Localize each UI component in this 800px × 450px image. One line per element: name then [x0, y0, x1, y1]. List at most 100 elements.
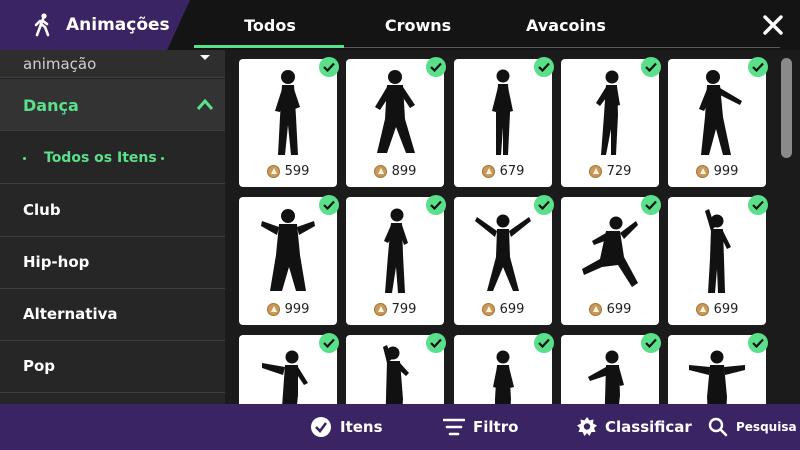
owned-check-icon: [319, 57, 339, 77]
price-tag: 699: [454, 302, 552, 317]
avacoin-icon: [588, 303, 602, 316]
price-value: 699: [606, 302, 632, 317]
price-value: 999: [284, 302, 310, 317]
sidebar-item-alternativa[interactable]: Alternativa: [0, 289, 225, 341]
owned-check-icon: [319, 195, 339, 215]
price-tag: 699: [668, 302, 766, 317]
classificar-button[interactable]: Classificar: [577, 404, 692, 450]
sidebar-item-todos-os-itens[interactable]: Todos os Itens: [0, 132, 225, 184]
animation-card[interactable]: 699: [561, 197, 659, 325]
title-block: Animações: [0, 0, 190, 50]
bullet-dot: [23, 157, 26, 160]
owned-check-icon: [748, 195, 768, 215]
price-value: 899: [391, 164, 417, 179]
sidebar-category-danca[interactable]: Dança: [0, 79, 225, 131]
dance-silhouette-icon: [262, 350, 308, 404]
classificar-label: Classificar: [605, 418, 692, 436]
avacoin-icon: [695, 303, 709, 316]
filter-icon: [443, 418, 465, 436]
sidebar-item-hip-hop[interactable]: Hip-hop: [0, 237, 225, 289]
sidebar-partial-row[interactable]: animação: [0, 50, 225, 78]
price-tag: 799: [346, 302, 444, 317]
filtro-label: Filtro: [473, 418, 519, 436]
close-button[interactable]: [758, 10, 788, 40]
page-title: Animações: [66, 15, 170, 35]
price-value: 999: [713, 164, 739, 179]
owned-check-icon: [319, 333, 339, 353]
animation-card[interactable]: 599: [239, 59, 337, 187]
dance-silhouette-icon: [705, 209, 731, 293]
animation-card[interactable]: 999: [668, 59, 766, 187]
sidebar-item-label: Pop: [23, 357, 56, 375]
sidebar-item-label: Todos os Itens: [44, 150, 157, 166]
animation-card[interactable]: 679: [454, 59, 552, 187]
price-tag: 729: [561, 164, 659, 179]
filtro-button[interactable]: Filtro: [443, 404, 518, 450]
tab-todos[interactable]: Todos: [196, 0, 344, 50]
pesquisa-button[interactable]: Pesquisa: [708, 404, 797, 450]
dance-silhouette-icon: [588, 350, 624, 404]
itens-button[interactable]: Itens: [310, 404, 383, 450]
dance-silhouette-icon: [475, 214, 531, 291]
check-circle-icon: [311, 417, 331, 437]
sidebar-item-label: Hip-hop: [23, 253, 90, 271]
price-tag: 699: [561, 302, 659, 317]
avacoin-icon: [266, 165, 280, 178]
owned-check-icon: [641, 333, 661, 353]
sidebar-item-pop[interactable]: Pop: [0, 341, 225, 393]
bottom-bar: Itens Filtro Classificar Pesquisa: [0, 404, 800, 450]
sidebar-partial-label: animação: [23, 55, 97, 73]
owned-check-icon: [534, 195, 554, 215]
dance-silhouette-icon: [689, 350, 745, 404]
chevron-up-icon: [196, 98, 214, 110]
avacoin-icon: [481, 165, 495, 178]
tab-divider: [344, 47, 780, 48]
dance-silhouette-icon: [261, 209, 315, 291]
chevron-down-icon: [200, 55, 210, 60]
sidebar-item-club[interactable]: Club: [0, 185, 225, 237]
owned-check-icon: [748, 57, 768, 77]
avacoin-icon: [266, 303, 280, 316]
scrollbar-thumb[interactable]: [781, 58, 792, 158]
animation-card[interactable]: 899: [346, 59, 444, 187]
price-tag: 999: [239, 302, 337, 317]
avacoin-icon: [373, 303, 387, 316]
owned-check-icon: [426, 57, 446, 77]
dance-silhouette-icon: [383, 345, 409, 404]
sidebar-item-label: Alternativa: [23, 305, 118, 323]
tab-crowns[interactable]: Crowns: [344, 0, 492, 50]
animation-grid: 599 899 679 729 999 999 799 699 699 699: [225, 50, 780, 404]
pesquisa-label: Pesquisa: [736, 420, 797, 434]
dance-silhouette-icon: [384, 208, 408, 293]
owned-check-icon: [534, 57, 554, 77]
search-icon: [708, 417, 728, 437]
avacoin-icon: [695, 165, 709, 178]
owned-check-icon: [748, 333, 768, 353]
owned-check-icon: [641, 195, 661, 215]
active-tab-indicator: [194, 45, 344, 48]
dance-silhouette-icon: [596, 70, 620, 155]
price-tag: 899: [346, 164, 444, 179]
animation-card[interactable]: 699: [668, 197, 766, 325]
tab-bar: Todos Crowns Avacoins: [196, 0, 640, 50]
dance-silhouette-icon: [699, 70, 742, 155]
dance-silhouette-icon: [375, 70, 415, 153]
animation-card[interactable]: 699: [454, 197, 552, 325]
price-value: 699: [713, 302, 739, 317]
animation-card[interactable]: 999: [239, 197, 337, 325]
bullet-dot: [161, 157, 164, 160]
tab-avacoins[interactable]: Avacoins: [492, 0, 640, 50]
price-tag: 679: [454, 164, 552, 179]
price-value: 729: [606, 164, 632, 179]
price-value: 679: [499, 164, 525, 179]
price-value: 799: [391, 302, 417, 317]
sidebar-category-label: Dança: [23, 96, 79, 115]
close-icon: [763, 15, 783, 35]
dance-silhouette-icon: [582, 216, 638, 287]
price-value: 599: [284, 164, 310, 179]
animation-card[interactable]: 799: [346, 197, 444, 325]
itens-label: Itens: [340, 418, 383, 436]
dance-silhouette-icon: [492, 69, 513, 155]
avacoin-icon: [481, 303, 495, 316]
animation-card[interactable]: 729: [561, 59, 659, 187]
